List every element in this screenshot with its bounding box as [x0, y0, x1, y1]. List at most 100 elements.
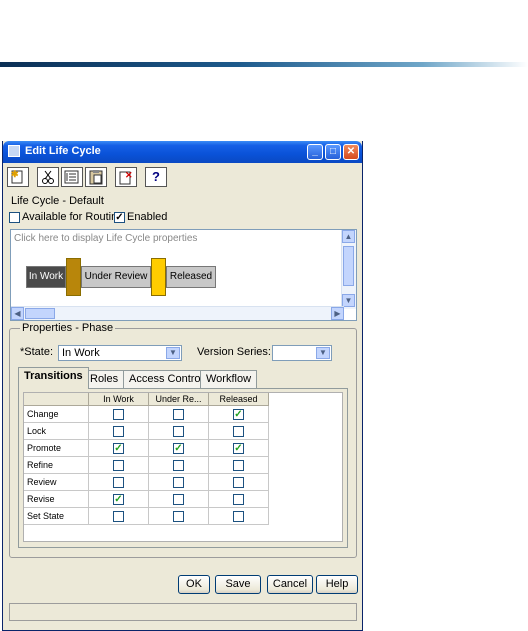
table-cell [149, 474, 209, 491]
transitions-panel: In Work Under Re... Released Change ✓ Lock… [18, 388, 348, 548]
transition-checkbox[interactable] [173, 477, 184, 488]
enabled-label: Enabled [127, 211, 168, 223]
transition-row-label: Lock [24, 423, 89, 440]
scroll-thumb[interactable] [25, 308, 55, 319]
lifecycle-diagram-canvas[interactable]: Click here to display Life Cycle propert… [10, 229, 357, 321]
transition-checkbox[interactable]: ✓ [113, 494, 124, 505]
table-cell [89, 406, 149, 423]
available-for-routing-label: Available for Routing [22, 211, 124, 223]
svg-text:✱: ✱ [11, 169, 19, 179]
transition-checkbox[interactable] [113, 511, 124, 522]
title-bar[interactable]: Edit Life Cycle _ □ ✕ [3, 141, 362, 163]
minimize-button[interactable]: _ [307, 144, 323, 160]
transition-row-label: Revise [24, 491, 89, 508]
column-header: Released [209, 393, 269, 406]
table-cell: ✓ [209, 440, 269, 457]
cut-icon[interactable] [37, 167, 59, 187]
available-for-routing-checkbox[interactable] [9, 212, 20, 223]
transition-checkbox[interactable]: ✓ [233, 409, 244, 420]
help-icon[interactable]: ? [145, 167, 167, 187]
table-cell [209, 474, 269, 491]
vertical-scrollbar[interactable]: ▲ ▼ [341, 230, 356, 309]
help-button[interactable]: Help [316, 575, 358, 594]
column-header: In Work [89, 393, 149, 406]
state-value: In Work [62, 347, 100, 359]
phase-label: Released [169, 271, 213, 282]
cancel-button[interactable]: Cancel [267, 575, 313, 594]
scroll-up-icon[interactable]: ▲ [342, 230, 355, 243]
maximize-button[interactable]: □ [325, 144, 341, 160]
phase-in-work[interactable]: In Work [26, 266, 66, 288]
state-select[interactable]: In Work ▼ [58, 345, 182, 361]
phase-released[interactable]: Released [166, 266, 216, 288]
new-icon[interactable]: ✱ [7, 167, 29, 187]
horizontal-scrollbar[interactable]: ◀ ▶ [11, 306, 344, 320]
table-cell: ✓ [209, 406, 269, 423]
table-cell: ✓ [89, 440, 149, 457]
gate-marker[interactable] [66, 258, 81, 296]
transition-row-label: Set State [24, 508, 89, 525]
status-bar [9, 603, 357, 621]
save-button[interactable]: Save [215, 575, 261, 594]
tab-access-control[interactable]: Access Control [123, 370, 209, 388]
transition-row-label: Refine [24, 457, 89, 474]
scroll-left-icon[interactable]: ◀ [11, 307, 24, 320]
chevron-down-icon[interactable]: ▼ [166, 347, 180, 359]
transition-checkbox[interactable] [113, 460, 124, 471]
table-cell [89, 508, 149, 525]
phase-label: Under Review [84, 271, 148, 282]
table-cell [149, 491, 209, 508]
transition-checkbox[interactable]: ✓ [113, 443, 124, 454]
version-series-label: Version Series: [197, 346, 271, 358]
edit-life-cycle-window: Edit Life Cycle _ □ ✕ ✱ ✕ ? Life Cycle -… [2, 141, 363, 631]
group-title: Properties - Phase [20, 322, 116, 334]
paste-icon[interactable] [85, 167, 107, 187]
transition-checkbox[interactable] [113, 409, 124, 420]
transition-checkbox[interactable]: ✓ [233, 443, 244, 454]
transition-checkbox[interactable] [233, 511, 244, 522]
transition-checkbox[interactable] [233, 460, 244, 471]
transition-checkbox[interactable] [173, 409, 184, 420]
transition-checkbox[interactable] [173, 426, 184, 437]
window-title: Edit Life Cycle [25, 145, 101, 157]
table-cell [89, 457, 149, 474]
tab-roles[interactable]: Roles [84, 370, 125, 388]
transition-checkbox[interactable] [233, 477, 244, 488]
gate-marker[interactable] [151, 258, 166, 296]
tab-workflow[interactable]: Workflow [200, 370, 258, 388]
window-app-icon [8, 145, 20, 157]
version-series-select[interactable]: ▼ [272, 345, 332, 361]
ok-button[interactable]: OK [178, 575, 210, 594]
transition-checkbox[interactable]: ✓ [173, 443, 184, 454]
canvas-hint-text: Click here to display Life Cycle propert… [14, 233, 198, 244]
enabled-checkbox[interactable]: ✓ [114, 212, 125, 223]
scroll-thumb[interactable] [343, 246, 354, 286]
phase-label: In Work [28, 271, 64, 282]
header-gradient-line [0, 62, 528, 67]
chevron-down-icon[interactable]: ▼ [316, 347, 330, 359]
transition-checkbox[interactable] [113, 477, 124, 488]
transition-checkbox[interactable] [233, 494, 244, 505]
table-cell [209, 457, 269, 474]
table-cell [149, 406, 209, 423]
table-cell [209, 491, 269, 508]
table-cell [209, 508, 269, 525]
table-header-corner [24, 393, 89, 406]
tab-transitions[interactable]: Transitions [18, 367, 89, 389]
transition-row-label: Change [24, 406, 89, 423]
edit-list-icon[interactable] [61, 167, 83, 187]
transition-checkbox[interactable] [173, 511, 184, 522]
table-cell [149, 508, 209, 525]
transition-row-label: Review [24, 474, 89, 491]
close-button[interactable]: ✕ [343, 144, 359, 160]
table-cell [209, 423, 269, 440]
svg-text:✕: ✕ [125, 170, 133, 180]
transition-checkbox[interactable] [113, 426, 124, 437]
transition-checkbox[interactable] [173, 460, 184, 471]
transition-checkbox[interactable] [233, 426, 244, 437]
transition-checkbox[interactable] [173, 494, 184, 505]
delete-icon[interactable]: ✕ [115, 167, 137, 187]
phase-under-review[interactable]: Under Review [81, 266, 151, 288]
column-header: Under Re... [149, 393, 209, 406]
scroll-right-icon[interactable]: ▶ [331, 307, 344, 320]
